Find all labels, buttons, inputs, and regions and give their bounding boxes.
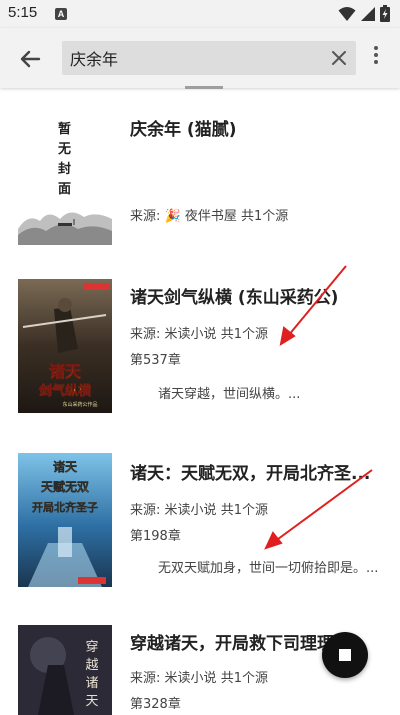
cover-art: 诸天 天赋无双 开局北齐圣子 bbox=[18, 453, 112, 587]
source-count: 共1个源 bbox=[241, 209, 289, 224]
svg-text:开局北齐圣子: 开局北齐圣子 bbox=[32, 500, 98, 514]
status-time: 5:15 bbox=[8, 4, 38, 21]
clear-search-button[interactable] bbox=[330, 49, 348, 67]
search-box[interactable] bbox=[62, 41, 356, 75]
source-label: 来源: bbox=[130, 327, 161, 342]
book-intro: 诸天穿越，世间纵横。... bbox=[158, 387, 301, 402]
source-name: 米读小说 bbox=[164, 327, 217, 342]
latest-chapter: 第328章 bbox=[130, 697, 181, 712]
svg-text:越: 越 bbox=[85, 658, 98, 673]
cover-art: 穿 越 诸 天 bbox=[18, 625, 112, 715]
cover-badge bbox=[84, 283, 110, 290]
arrow-back-icon bbox=[20, 50, 41, 68]
source-name: 米读小说 bbox=[164, 503, 217, 518]
notification-a-icon: A bbox=[55, 8, 67, 20]
scroll-indicator bbox=[185, 86, 223, 89]
svg-text:天: 天 bbox=[85, 694, 98, 709]
book-cover: 穿 越 诸 天 bbox=[18, 625, 112, 715]
cover-char-1: 暂 bbox=[58, 121, 71, 137]
book-title: 诸天：天赋无双，开局北齐圣... bbox=[130, 464, 371, 484]
book-source: 来源: 米读小说 共1个源 bbox=[130, 323, 268, 342]
book-title: 诸天剑气纵横 (东山采药公) bbox=[130, 288, 339, 308]
svg-text:东山采药公作品: 东山采药公作品 bbox=[62, 401, 97, 408]
party-icon: 🎉 bbox=[164, 209, 181, 224]
cover-char-3: 封 bbox=[58, 161, 71, 177]
book-intro: 无双天赋加身，世间一切俯拾即是。... bbox=[158, 561, 379, 576]
book-source: 来源: 🎉 夜伴书屋 共1个源 bbox=[130, 205, 288, 224]
cover-char-2: 无 bbox=[57, 142, 71, 157]
source-label: 来源: bbox=[130, 503, 161, 518]
back-button[interactable] bbox=[15, 44, 45, 74]
stop-icon bbox=[339, 649, 351, 661]
more-vertical-icon bbox=[364, 46, 388, 64]
source-count: 共1个源 bbox=[220, 503, 268, 518]
book-cover: 诸天 天赋无双 开局北齐圣子 bbox=[18, 453, 112, 587]
wifi-icon bbox=[338, 6, 356, 21]
cover-title: 诸天 bbox=[53, 459, 78, 474]
cover-art: 诸天 剑气纵横 东山采药公作品 bbox=[18, 279, 112, 413]
placeholder-cover-art: 暂 无 封 面 bbox=[18, 121, 112, 245]
cover-title: 诸天 bbox=[49, 362, 82, 381]
source-label: 来源: bbox=[130, 671, 161, 686]
close-icon bbox=[332, 51, 346, 65]
svg-text:天赋无双: 天赋无双 bbox=[41, 479, 89, 494]
signal-icon bbox=[361, 6, 375, 21]
source-count: 共1个源 bbox=[220, 327, 268, 342]
svg-text:剑气纵横: 剑气纵横 bbox=[38, 383, 92, 399]
search-input[interactable] bbox=[70, 41, 320, 75]
book-cover: 暂 无 封 面 bbox=[18, 111, 112, 245]
svg-text:诸: 诸 bbox=[85, 676, 98, 691]
book-title: 庆余年 (猫腻) bbox=[130, 120, 237, 140]
latest-chapter: 第537章 bbox=[130, 353, 181, 368]
book-cover: 诸天 剑气纵横 东山采药公作品 bbox=[18, 279, 112, 413]
source-count: 共1个源 bbox=[220, 671, 268, 686]
battery-charging-icon bbox=[380, 5, 390, 22]
source-label: 来源: bbox=[130, 209, 161, 224]
status-icons bbox=[338, 5, 390, 22]
stop-search-button[interactable] bbox=[322, 632, 368, 678]
cover-char-4: 面 bbox=[58, 182, 71, 197]
source-name: 夜伴书屋 bbox=[184, 209, 237, 224]
source-name: 米读小说 bbox=[164, 671, 217, 686]
more-options-button[interactable] bbox=[364, 46, 388, 70]
status-bar: 5:15 A bbox=[0, 0, 400, 28]
cover-title: 穿 bbox=[85, 639, 98, 655]
cover-badge bbox=[78, 577, 106, 584]
book-source: 来源: 米读小说 共1个源 bbox=[130, 499, 268, 518]
search-toolbar bbox=[0, 28, 400, 88]
latest-chapter: 第198章 bbox=[130, 529, 181, 544]
book-source: 来源: 米读小说 共1个源 bbox=[130, 667, 268, 686]
